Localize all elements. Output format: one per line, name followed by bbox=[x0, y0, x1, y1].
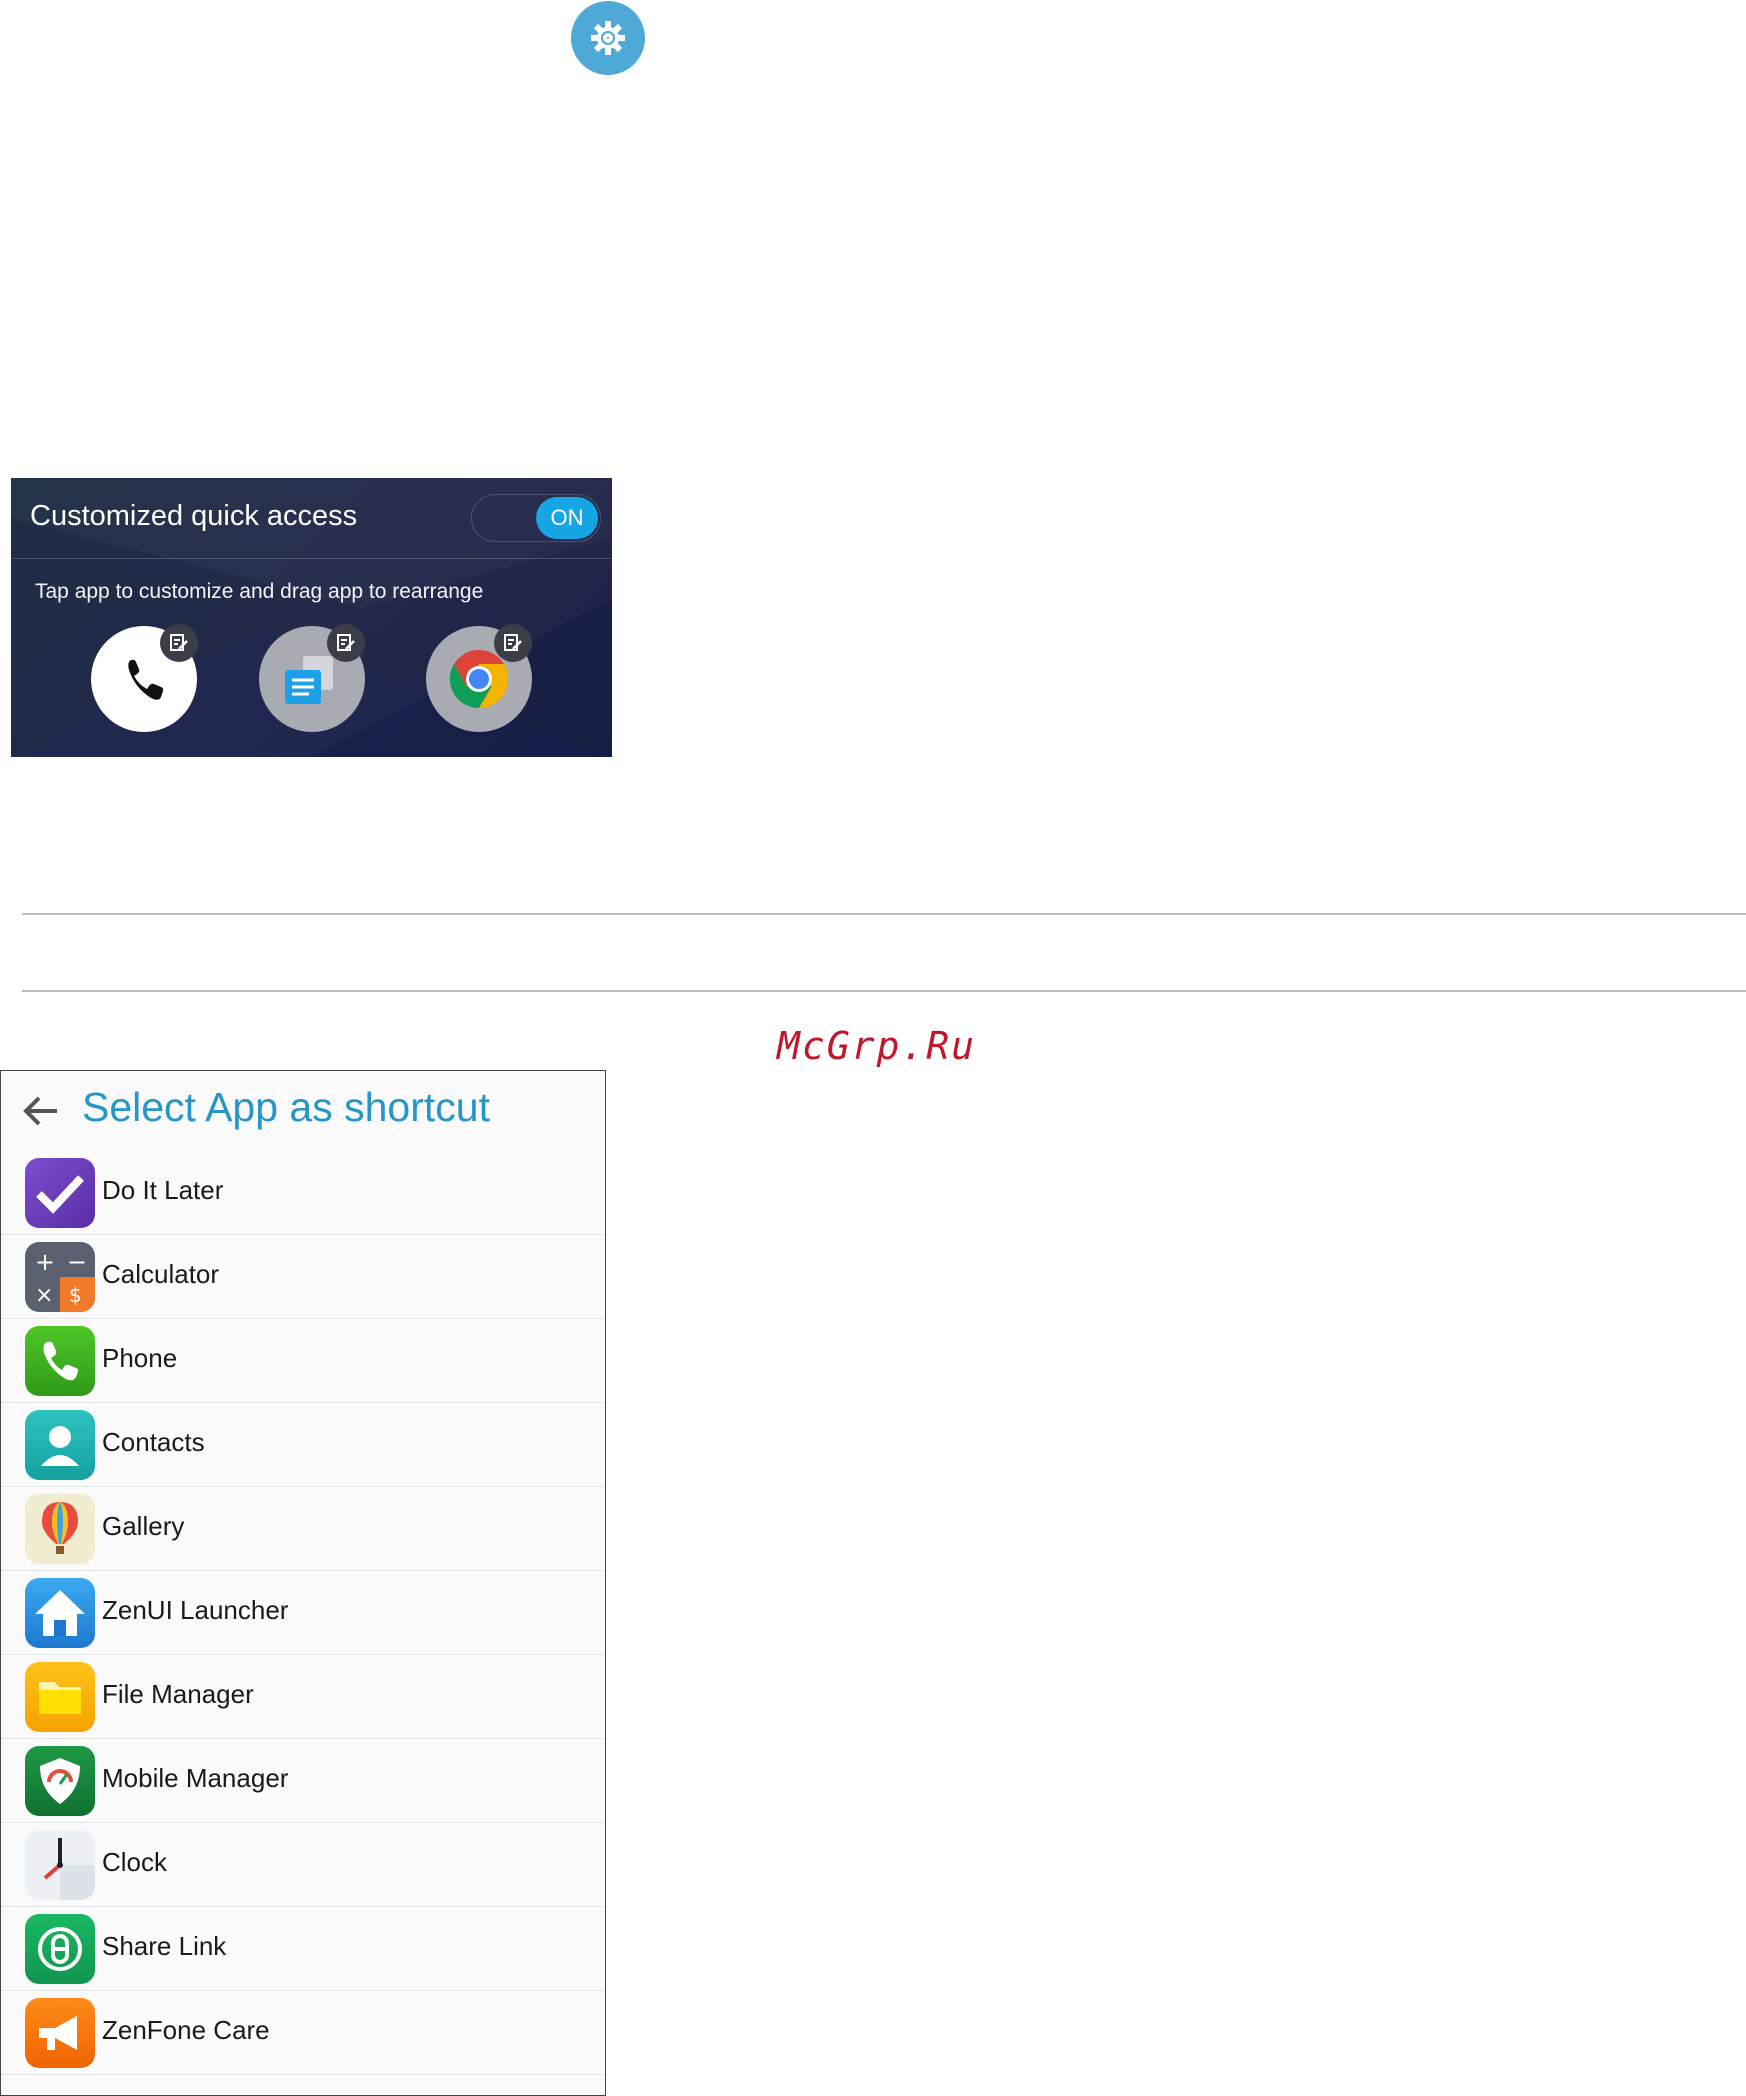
list-item-label: Clock bbox=[102, 1847, 168, 1877]
svg-text:×: × bbox=[35, 1283, 53, 1308]
list-item-calculator[interactable]: + − × $ Calculator bbox=[1, 1235, 605, 1319]
file-manager-icon bbox=[25, 1662, 95, 1732]
toggle-on-label: ON bbox=[536, 497, 598, 539]
edit-shortcut-button[interactable] bbox=[327, 624, 365, 662]
list-item-label: Share Link bbox=[102, 1931, 227, 1961]
quick-access-toggle[interactable]: ON bbox=[471, 494, 601, 542]
phone-icon bbox=[25, 1326, 95, 1396]
mobile-manager-icon bbox=[25, 1746, 95, 1816]
list-item-phone[interactable]: Phone bbox=[1, 1319, 605, 1403]
settings-button[interactable] bbox=[571, 1, 645, 75]
gallery-icon bbox=[25, 1494, 95, 1564]
calculator-icon: + − × $ bbox=[25, 1242, 95, 1312]
watermark: McGrp.Ru bbox=[777, 1024, 977, 1068]
list-item-zenui-launcher[interactable]: ZenUI Launcher bbox=[1, 1571, 605, 1655]
do-it-later-icon bbox=[25, 1158, 95, 1228]
edit-shortcut-button[interactable] bbox=[160, 624, 198, 662]
list-item-contacts[interactable]: Contacts bbox=[1, 1403, 605, 1487]
zenui-launcher-icon bbox=[25, 1578, 95, 1648]
divider bbox=[11, 558, 612, 559]
app-picker-panel: Select App as shortcut Do It Later + − ×… bbox=[0, 1070, 606, 2096]
quick-access-title: Customized quick access bbox=[30, 500, 358, 532]
list-item-zenfone-care[interactable]: ZenFone Care bbox=[1, 1991, 605, 2075]
clock-icon bbox=[25, 1830, 95, 1900]
zenfone-care-icon bbox=[25, 1998, 95, 2068]
list-item-gallery[interactable]: Gallery bbox=[1, 1487, 605, 1571]
share-link-icon bbox=[25, 1914, 95, 1984]
divider-line bbox=[22, 990, 1746, 992]
svg-text:−: − bbox=[67, 1248, 87, 1276]
svg-text:+: + bbox=[35, 1248, 55, 1276]
gear-icon bbox=[591, 21, 625, 55]
divider-line bbox=[22, 913, 1746, 915]
list-item-label: Mobile Manager bbox=[102, 1763, 289, 1793]
list-item-label: Do It Later bbox=[102, 1175, 224, 1205]
list-item-label: Phone bbox=[102, 1343, 178, 1373]
back-arrow-icon[interactable] bbox=[21, 1091, 61, 1131]
list-item-label: Contacts bbox=[102, 1427, 205, 1457]
svg-text:$: $ bbox=[69, 1283, 82, 1307]
edit-shortcut-button[interactable] bbox=[494, 624, 532, 662]
page-title: Select App as shortcut bbox=[82, 1084, 490, 1130]
list-item-label: File Manager bbox=[102, 1679, 254, 1709]
edit-icon bbox=[337, 634, 355, 651]
list-item-file-manager[interactable]: File Manager bbox=[1, 1655, 605, 1739]
quick-access-panel: Customized quick access ON Tap app to cu… bbox=[11, 478, 612, 757]
list-item-clock[interactable]: Clock bbox=[1, 1823, 605, 1907]
list-item-share-link[interactable]: Share Link bbox=[1, 1907, 605, 1991]
list-item-label: ZenUI Launcher bbox=[102, 1595, 289, 1625]
list-item-do-it-later[interactable]: Do It Later bbox=[1, 1151, 605, 1235]
app-picker-header: Select App as shortcut bbox=[1, 1071, 605, 1151]
list-item-label: Calculator bbox=[102, 1259, 220, 1289]
list-item-label: Gallery bbox=[102, 1511, 185, 1541]
edit-icon bbox=[170, 634, 188, 651]
list-item-label: ZenFone Care bbox=[102, 2015, 270, 2045]
quick-access-subtitle: Tap app to customize and drag app to rea… bbox=[35, 580, 484, 603]
list-item-mobile-manager[interactable]: Mobile Manager bbox=[1, 1739, 605, 1823]
edit-icon bbox=[504, 634, 522, 651]
contacts-icon bbox=[25, 1410, 95, 1480]
